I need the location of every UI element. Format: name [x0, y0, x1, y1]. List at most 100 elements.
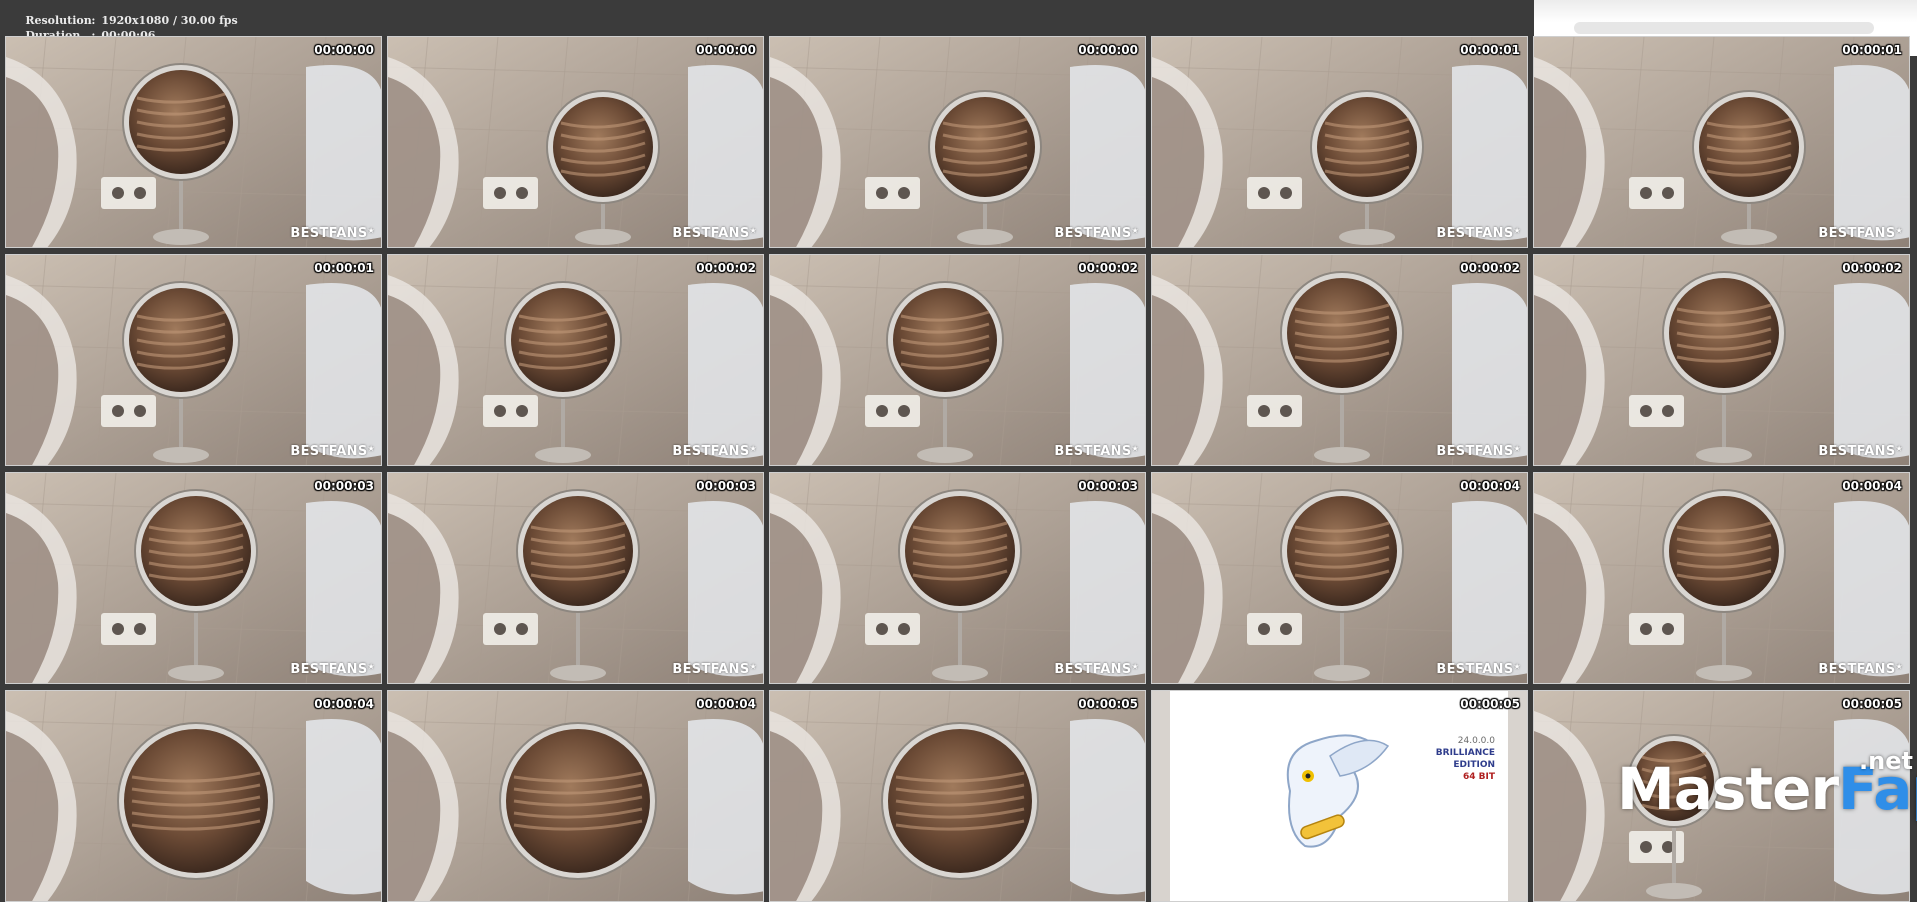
frame-image	[388, 473, 763, 683]
video-thumbnail[interactable]: 00:00:03 BESTFANS★	[387, 472, 764, 684]
installer-edition-text: 24.0.0.0 BRILLIANCE EDITION 64 BIT	[1425, 735, 1495, 783]
frame-timestamp: 00:00:04	[314, 697, 374, 711]
star-icon: ★	[1513, 226, 1521, 235]
video-thumbnail[interactable]: 00:00:03 BESTFANS★	[5, 472, 382, 684]
video-thumbnail[interactable]: 00:00:01 BESTFANS★	[1151, 36, 1528, 248]
star-icon: ★	[1513, 444, 1521, 453]
frame-timestamp: 00:00:00	[696, 43, 756, 57]
frame-image	[770, 37, 1145, 247]
frame-timestamp: 00:00:03	[1078, 479, 1138, 493]
frame-timestamp: 00:00:03	[696, 479, 756, 493]
watermark-text: BESTFANS	[1436, 662, 1514, 677]
banner-blur	[1574, 22, 1874, 34]
star-icon: ★	[1895, 444, 1903, 453]
star-icon: ★	[1895, 662, 1903, 671]
logo-main: Master	[1617, 755, 1839, 823]
star-icon: ★	[367, 444, 375, 453]
installer-edition-line1: BRILLIANCE	[1435, 748, 1495, 758]
frame-image	[388, 255, 763, 465]
bestfans-watermark: BESTFANS★	[672, 226, 757, 241]
video-thumbnail[interactable]: 00:00:03 BESTFANS★	[769, 472, 1146, 684]
frame-image	[1152, 473, 1527, 683]
video-thumbnail[interactable]: 00:00:01 BESTFANS★	[5, 254, 382, 466]
bestfans-watermark: BESTFANS★	[1818, 662, 1903, 677]
watermark-text: BESTFANS	[290, 226, 368, 241]
frame-timestamp: 00:00:05	[1842, 697, 1902, 711]
video-thumbnail[interactable]: 00:00:02 BESTFANS★	[1151, 254, 1528, 466]
frame-timestamp: 00:00:04	[1460, 479, 1520, 493]
watermark-text: BESTFANS	[1818, 444, 1896, 459]
bestfans-watermark: BESTFANS★	[1436, 662, 1521, 677]
owl-icon	[1286, 734, 1390, 848]
star-icon: ★	[749, 662, 757, 671]
bestfans-watermark: BESTFANS★	[1818, 444, 1903, 459]
video-thumbnail[interactable]: 00:00:02 BESTFANS★	[769, 254, 1146, 466]
bestfans-watermark: BESTFANS★	[290, 662, 375, 677]
bestfans-watermark: BESTFANS★	[1054, 444, 1139, 459]
installer-splash: 24.0.0.0 BRILLIANCE EDITION 64 BIT	[1170, 691, 1508, 901]
bestfans-watermark: BESTFANS★	[1818, 226, 1903, 241]
frame-image	[1534, 255, 1909, 465]
video-thumbnail[interactable]: 00:00:00 BESTFANS★	[5, 36, 382, 248]
bestfans-watermark: BESTFANS★	[1436, 226, 1521, 241]
star-icon: ★	[367, 226, 375, 235]
video-thumbnail[interactable]: 00:00:00 BESTFANS★	[769, 36, 1146, 248]
info-header: Resolution:1920x1080 / 30.00 fps Duratio…	[0, 0, 1534, 42]
frame-image	[388, 37, 763, 247]
resolution-row: Resolution: 1920x1080 / 30.00 fps	[10, 0, 237, 27]
frame-image	[1152, 255, 1527, 465]
watermark-text: BESTFANS	[1054, 662, 1132, 677]
frame-timestamp: 00:00:01	[1842, 43, 1902, 57]
frame-image	[1534, 473, 1909, 683]
frame-timestamp: 00:00:00	[314, 43, 374, 57]
watermark-text: BESTFANS	[672, 226, 750, 241]
star-icon: ★	[1131, 226, 1139, 235]
frame-image	[6, 37, 381, 247]
video-thumbnail[interactable]: 00:00:01 BESTFANS★	[1533, 36, 1910, 248]
watermark-text: BESTFANS	[1818, 226, 1896, 241]
watermark-text: BESTFANS	[290, 662, 368, 677]
frame-timestamp: 00:00:05	[1460, 697, 1520, 711]
frame-image	[6, 473, 381, 683]
star-icon: ★	[749, 226, 757, 235]
watermark-text: BESTFANS	[1054, 226, 1132, 241]
video-thumbnail[interactable]: 00:00:04	[5, 690, 382, 902]
video-thumbnail[interactable]: 00:00:02 BESTFANS★	[387, 254, 764, 466]
bestfans-watermark: BESTFANS★	[1054, 226, 1139, 241]
watermark-text: BESTFANS	[1436, 444, 1514, 459]
video-thumbnail[interactable]: 00:00:05	[769, 690, 1146, 902]
frame-image	[770, 691, 1145, 901]
frame-image	[1152, 37, 1527, 247]
frame-image	[1534, 37, 1909, 247]
frame-timestamp: 00:00:04	[696, 697, 756, 711]
frame-timestamp: 00:00:00	[1078, 43, 1138, 57]
frame-timestamp: 00:00:01	[314, 261, 374, 275]
installer-bits: 64 BIT	[1462, 772, 1495, 782]
bestfans-watermark: BESTFANS★	[1436, 444, 1521, 459]
star-icon: ★	[367, 662, 375, 671]
logo-tld: .net	[1859, 747, 1913, 775]
frame-image	[770, 255, 1145, 465]
video-thumbnail[interactable]: 00:00:02 BESTFANS★	[1533, 254, 1910, 466]
video-thumbnail[interactable]: 00:00:04	[387, 690, 764, 902]
bestfans-watermark: BESTFANS★	[1054, 662, 1139, 677]
installer-edition-line2: EDITION	[1453, 760, 1495, 770]
frame-timestamp: 00:00:01	[1460, 43, 1520, 57]
video-thumbnail[interactable]: 00:00:00 BESTFANS★	[387, 36, 764, 248]
frame-timestamp: 00:00:02	[696, 261, 756, 275]
watermark-text: BESTFANS	[672, 444, 750, 459]
frame-image	[770, 473, 1145, 683]
frame-timestamp: 00:00:04	[1842, 479, 1902, 493]
video-thumbnail[interactable]: 00:00:04 BESTFANS★	[1533, 472, 1910, 684]
video-thumbnail[interactable]: 00:00:04 BESTFANS★	[1151, 472, 1528, 684]
frame-timestamp: 00:00:05	[1078, 697, 1138, 711]
video-thumbnail[interactable]: 24.0.0.0 BRILLIANCE EDITION 64 BIT 00:00:05	[1151, 690, 1528, 902]
frame-image	[388, 691, 763, 901]
thumbnail-grid: 00:00:00 BESTFANS★ 00:00:00 BESTFANS★ 00:00:…	[5, 36, 1917, 902]
frame-timestamp: 00:00:03	[314, 479, 374, 493]
frame-timestamp: 00:00:02	[1078, 261, 1138, 275]
star-icon: ★	[749, 444, 757, 453]
bestfans-watermark: BESTFANS★	[290, 226, 375, 241]
frame-image	[6, 255, 381, 465]
frame-timestamp: 00:00:02	[1460, 261, 1520, 275]
